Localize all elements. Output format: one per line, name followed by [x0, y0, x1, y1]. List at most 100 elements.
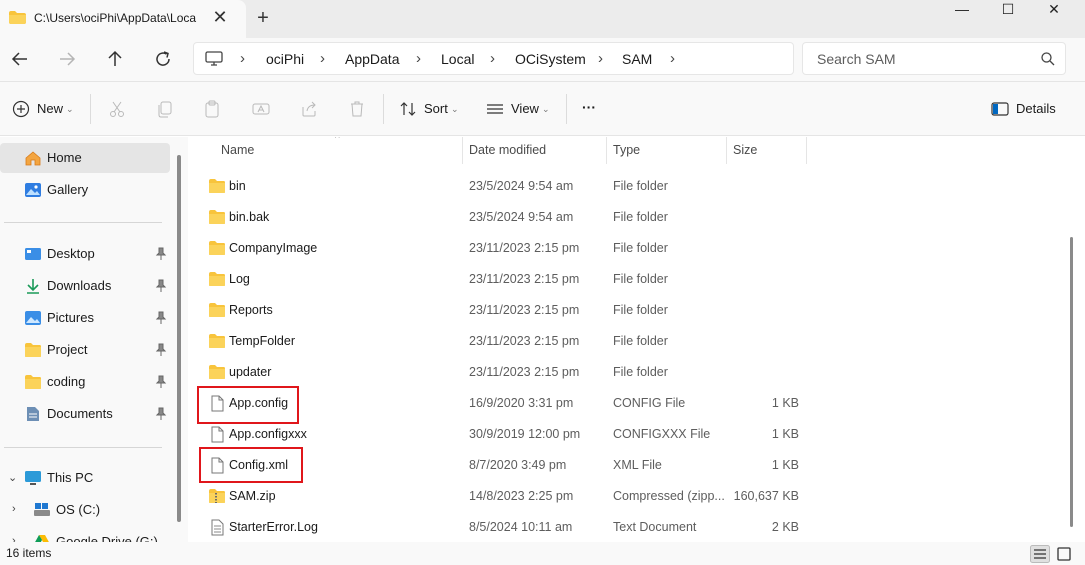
- folder-icon: [209, 179, 225, 193]
- sidebar-item-label: Desktop: [47, 246, 95, 261]
- new-tab-button[interactable]: +: [252, 6, 274, 30]
- column-type[interactable]: Type: [613, 143, 640, 157]
- forward-arrow-icon[interactable]: [55, 48, 79, 70]
- sidebar-item-this-pc[interactable]: ⌄ This PC: [0, 463, 170, 493]
- chevron-right-icon[interactable]: ›: [12, 503, 16, 515]
- sidebar-item-google-drive[interactable]: › Google Drive (G:): [0, 527, 170, 542]
- sidebar-item-label: Google Drive (G:): [56, 534, 158, 542]
- file-row[interactable]: StarterError.Log 8/5/2024 10:11 am Text Do…: [188, 513, 1068, 542]
- sort-icon[interactable]: [398, 98, 420, 120]
- back-arrow-icon[interactable]: [8, 48, 32, 70]
- minimize-button[interactable]: —: [939, 0, 985, 20]
- delete-icon[interactable]: [346, 98, 368, 120]
- file-type: File folder: [613, 365, 668, 379]
- sidebar-item-label: Gallery: [47, 182, 89, 197]
- file-row[interactable]: App.config 16/9/2020 3:31 pm CONFIG File 1 …: [188, 389, 1068, 420]
- sidebar-item-downloads[interactable]: Downloads: [0, 271, 170, 301]
- new-chevron-down-icon[interactable]: ⌄: [66, 98, 74, 120]
- chevron-right-icon[interactable]: ›: [12, 535, 16, 542]
- column-size[interactable]: Size: [733, 143, 757, 157]
- sidebar-item-coding[interactable]: coding: [0, 367, 170, 397]
- column-divider[interactable]: [462, 137, 463, 164]
- file-row[interactable]: Log 23/11/2023 2:15 pm File folder: [188, 265, 1068, 296]
- column-divider[interactable]: [606, 137, 607, 164]
- address-bar[interactable]: › ociPhi › AppData › Local › OCiSystem ›…: [193, 42, 794, 75]
- cut-icon[interactable]: [106, 98, 128, 120]
- breadcrumb-chevron-icon: ›: [240, 50, 245, 67]
- new-plus-icon[interactable]: [10, 98, 32, 120]
- file-row[interactable]: CompanyImage 23/11/2023 2:15 pm File folde…: [188, 234, 1068, 265]
- details-button[interactable]: Details: [1016, 98, 1056, 120]
- file-name: TempFolder: [229, 334, 295, 348]
- large-icons-view-icon[interactable]: [1054, 545, 1074, 563]
- file-size: 1 KB: [771, 458, 799, 472]
- file-row[interactable]: bin.bak 23/5/2024 9:54 am File folder: [188, 203, 1068, 234]
- window-tab[interactable]: C:\Users\ociPhi\AppData\Loca ✕: [0, 0, 246, 38]
- rename-icon[interactable]: [250, 98, 272, 120]
- pin-icon[interactable]: [155, 279, 167, 293]
- file-row[interactable]: bin 23/5/2024 9:54 am File folder: [188, 172, 1068, 203]
- sidebar-scrollbar[interactable]: [177, 155, 181, 522]
- sidebar-item-project[interactable]: Project: [0, 335, 170, 365]
- up-arrow-icon[interactable]: [103, 48, 127, 70]
- sort-arrow-up-icon: ^: [335, 137, 340, 144]
- sidebar-item-pictures[interactable]: Pictures: [0, 303, 170, 333]
- file-size: 2 KB: [771, 520, 799, 534]
- pin-icon[interactable]: [155, 343, 167, 357]
- search-icon[interactable]: [1040, 51, 1056, 67]
- file-row[interactable]: SAM.zip 14/8/2023 2:25 pm Compressed (zipp…: [188, 482, 1068, 513]
- folder-icon: [209, 241, 225, 255]
- copy-icon[interactable]: [154, 98, 176, 120]
- sidebar-item-desktop[interactable]: Desktop: [0, 239, 170, 269]
- column-divider[interactable]: [806, 137, 807, 164]
- file-row[interactable]: Config.xml 8/7/2020 3:49 pm XML File 1 KB: [188, 451, 1068, 482]
- column-name[interactable]: Name: [221, 143, 254, 157]
- breadcrumb-local[interactable]: Local: [441, 51, 474, 67]
- sidebar-item-home[interactable]: Home: [0, 143, 170, 173]
- breadcrumb-ociphi[interactable]: ociPhi: [266, 51, 304, 67]
- more-options-button[interactable]: ···: [582, 96, 596, 118]
- text-file-icon: [211, 519, 224, 536]
- share-icon[interactable]: [298, 98, 320, 120]
- sort-chevron-down-icon[interactable]: ⌄: [451, 98, 459, 120]
- pin-icon[interactable]: [155, 311, 167, 325]
- search-input[interactable]: Search SAM: [817, 51, 896, 67]
- breadcrumb-ocisystem[interactable]: OCiSystem: [515, 51, 586, 67]
- view-icon[interactable]: [484, 98, 506, 120]
- pin-icon[interactable]: [155, 247, 167, 261]
- close-window-button[interactable]: ✕: [1031, 0, 1077, 20]
- pin-icon[interactable]: [155, 375, 167, 389]
- sidebar-item-os-c[interactable]: › OS (C:): [0, 495, 170, 525]
- file-row[interactable]: updater 23/11/2023 2:15 pm File folder: [188, 358, 1068, 389]
- column-date-modified[interactable]: Date modified: [469, 143, 546, 157]
- tab-close-icon[interactable]: ✕: [210, 6, 230, 28]
- view-button[interactable]: View: [511, 98, 539, 120]
- breadcrumb-sam[interactable]: SAM: [622, 51, 652, 67]
- sidebar-item-label: Home: [47, 150, 82, 165]
- chevron-down-icon[interactable]: ⌄: [8, 471, 17, 484]
- toolbar-divider: [566, 94, 567, 124]
- column-divider[interactable]: [726, 137, 727, 164]
- breadcrumb-appdata[interactable]: AppData: [345, 51, 399, 67]
- sidebar-item-documents[interactable]: Documents: [0, 399, 170, 429]
- file-date-modified: 8/7/2020 3:49 pm: [469, 458, 567, 472]
- file-name: Reports: [229, 303, 273, 317]
- view-chevron-down-icon[interactable]: ⌄: [542, 98, 550, 120]
- sort-button[interactable]: Sort: [424, 98, 448, 120]
- refresh-icon[interactable]: [151, 48, 175, 70]
- file-name: App.configxxx: [229, 427, 307, 441]
- details-pane-icon[interactable]: [989, 98, 1011, 120]
- search-box[interactable]: Search SAM: [802, 42, 1066, 75]
- pin-icon[interactable]: [155, 407, 167, 421]
- paste-icon[interactable]: [201, 98, 223, 120]
- file-row[interactable]: App.configxxx 30/9/2019 12:00 pm CONFIGXXX…: [188, 420, 1068, 451]
- file-size: 1 KB: [771, 427, 799, 441]
- file-row[interactable]: Reports 23/11/2023 2:15 pm File folder: [188, 296, 1068, 327]
- new-button[interactable]: New: [37, 98, 63, 120]
- file-list-scrollbar[interactable]: [1070, 237, 1073, 527]
- file-row[interactable]: TempFolder 23/11/2023 2:15 pm File folder: [188, 327, 1068, 358]
- maximize-button[interactable]: ☐: [985, 0, 1031, 20]
- sidebar-item-gallery[interactable]: Gallery: [0, 175, 170, 205]
- sidebar-item-label: This PC: [47, 470, 94, 485]
- details-view-icon[interactable]: [1030, 545, 1050, 563]
